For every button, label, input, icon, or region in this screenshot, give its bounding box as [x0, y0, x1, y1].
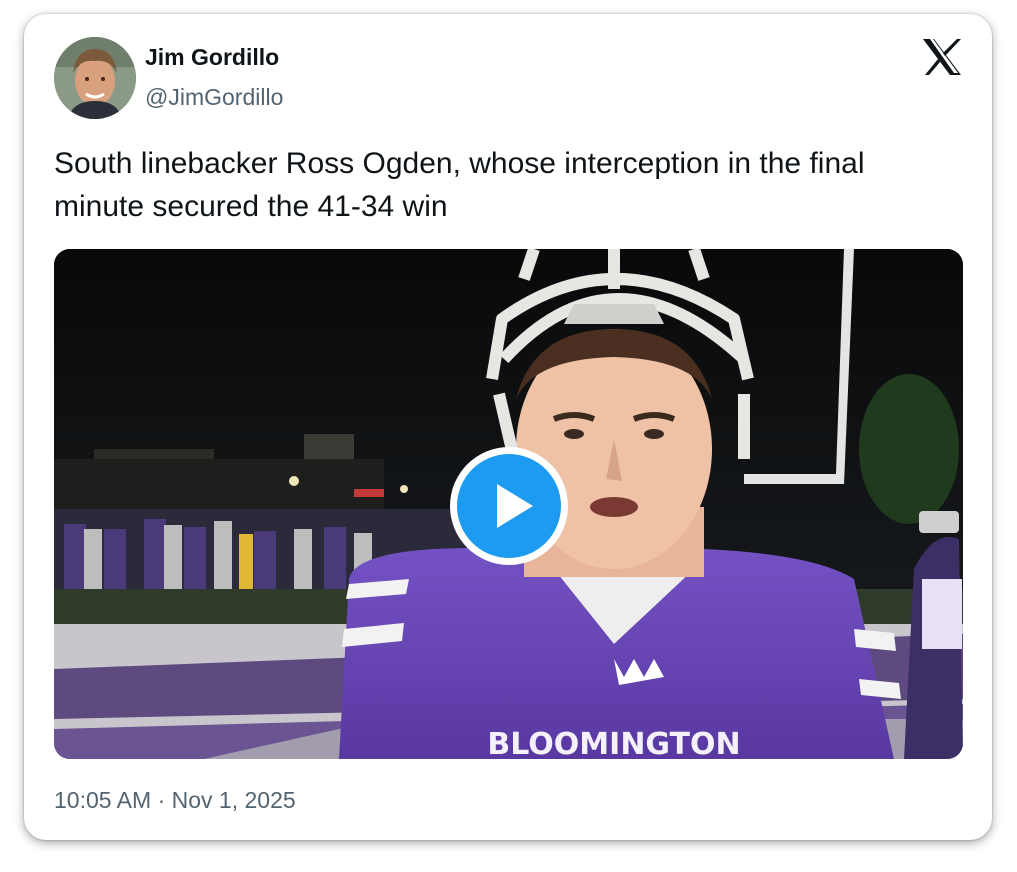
- author-handle[interactable]: @JimGordillo: [145, 84, 283, 111]
- tweet-timestamp[interactable]: 10:05 AM · Nov 1, 2025: [54, 787, 296, 814]
- play-button[interactable]: [450, 447, 568, 565]
- author-name[interactable]: Jim Gordillo: [145, 44, 279, 71]
- tweet-text: South linebacker Ross Ogden, whose inter…: [54, 147, 865, 223]
- jersey-lettering: BLOOMINGTON: [487, 727, 740, 759]
- x-logo-icon[interactable]: [922, 38, 962, 76]
- avatar-photo: [54, 37, 136, 119]
- tweet-card: Jim Gordillo @JimGordillo South lineback…: [24, 14, 992, 840]
- video-player[interactable]: BLOOMINGTON: [54, 249, 963, 759]
- author-avatar[interactable]: [54, 37, 136, 119]
- play-icon[interactable]: [457, 454, 561, 558]
